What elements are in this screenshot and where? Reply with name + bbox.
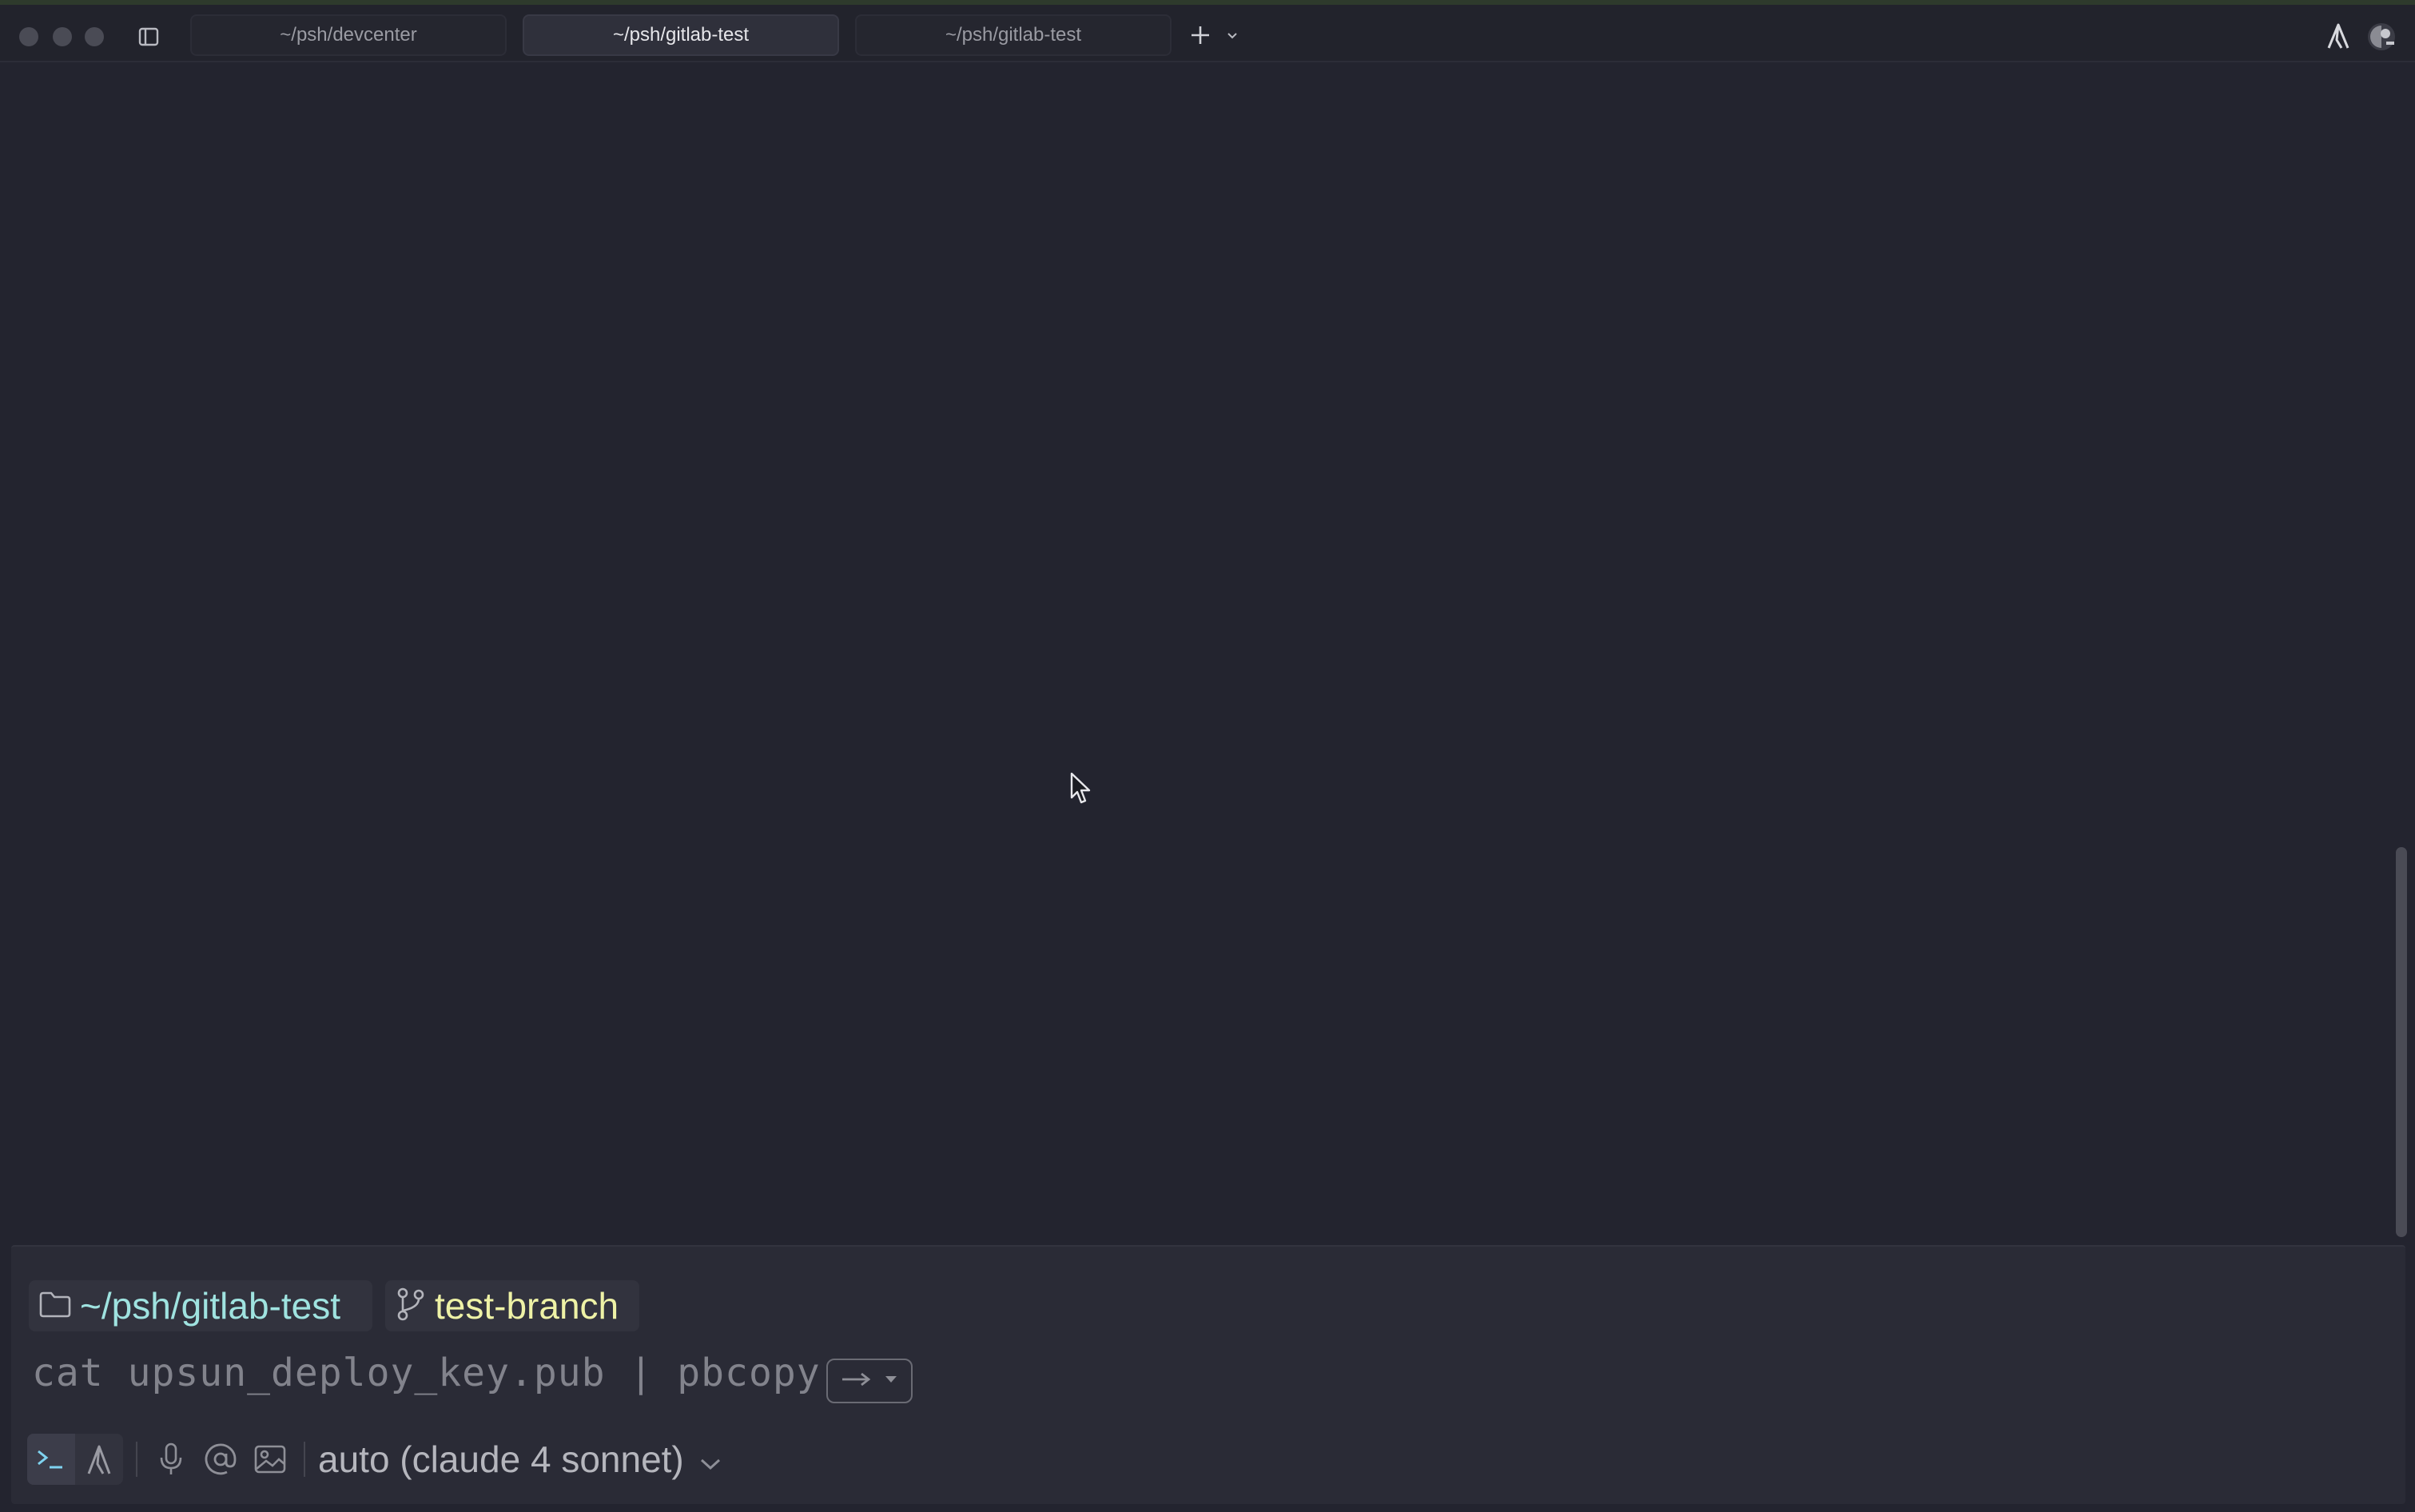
caret-down-icon: [884, 1374, 898, 1388]
chevron-down-icon: [698, 1438, 722, 1481]
command-input-block[interactable]: ~/psh/gitlab-test test-branch cat upsun_…: [11, 1245, 2405, 1504]
toolbar-divider: [304, 1442, 305, 1477]
sidebar-icon[interactable]: [137, 26, 160, 48]
image-attach-icon[interactable]: [249, 1434, 291, 1485]
at-mention-icon[interactable]: [200, 1434, 241, 1485]
plus-icon[interactable]: [1189, 24, 1211, 50]
git-branch-chip[interactable]: test-branch: [385, 1280, 639, 1331]
microphone-icon[interactable]: [150, 1434, 192, 1485]
tab-gitlab-test-active[interactable]: ~/psh/gitlab-test: [523, 14, 839, 56]
directory-chip[interactable]: ~/psh/gitlab-test: [29, 1280, 372, 1331]
branch-label: test-branch: [435, 1285, 619, 1327]
tab-label: ~/psh/gitlab-test: [612, 24, 750, 46]
terminal-mode-icon[interactable]: [27, 1434, 75, 1485]
model-selector[interactable]: auto (claude 4 sonnet): [318, 1438, 722, 1481]
mouse-cursor-icon: [1069, 772, 1093, 807]
command-suggestion[interactable]: cat upsun_deploy_key.pub | pbcopy: [32, 1351, 821, 1395]
warp-ai-icon[interactable]: [2325, 22, 2351, 54]
zoom-window-button[interactable]: [85, 27, 104, 46]
mode-switcher: [27, 1434, 123, 1485]
git-branch-icon: [395, 1287, 427, 1326]
directory-label: ~/psh/gitlab-test: [80, 1285, 341, 1327]
agent-mode-icon[interactable]: [75, 1434, 123, 1485]
folder-icon: [38, 1290, 72, 1323]
tab-devcenter[interactable]: ~/psh/devcenter: [190, 14, 507, 56]
close-window-button[interactable]: [19, 27, 38, 46]
chevron-down-icon[interactable]: [1226, 30, 1239, 45]
tab-bar: ~/psh/devcenter ~/psh/gitlab-test ~/psh/…: [0, 5, 2415, 62]
input-toolbar: auto (claude 4 sonnet): [27, 1434, 722, 1485]
toolbar-divider: [136, 1442, 137, 1477]
accept-suggestion-button[interactable]: [826, 1359, 913, 1403]
terminal-output-area[interactable]: [0, 62, 2415, 1245]
model-label: auto (claude 4 sonnet): [318, 1438, 684, 1480]
tab-label: ~/psh/devcenter: [280, 24, 417, 46]
tab-label: ~/psh/gitlab-test: [945, 24, 1082, 46]
minimize-window-button[interactable]: [53, 27, 72, 46]
avatar[interactable]: [2365, 21, 2397, 57]
arrow-right-icon: [841, 1371, 873, 1391]
terminal-window: ~/psh/devcenter ~/psh/gitlab-test ~/psh/…: [0, 0, 2415, 1512]
scrollbar[interactable]: [2396, 847, 2407, 1237]
tab-gitlab-test[interactable]: ~/psh/gitlab-test: [855, 14, 1172, 56]
